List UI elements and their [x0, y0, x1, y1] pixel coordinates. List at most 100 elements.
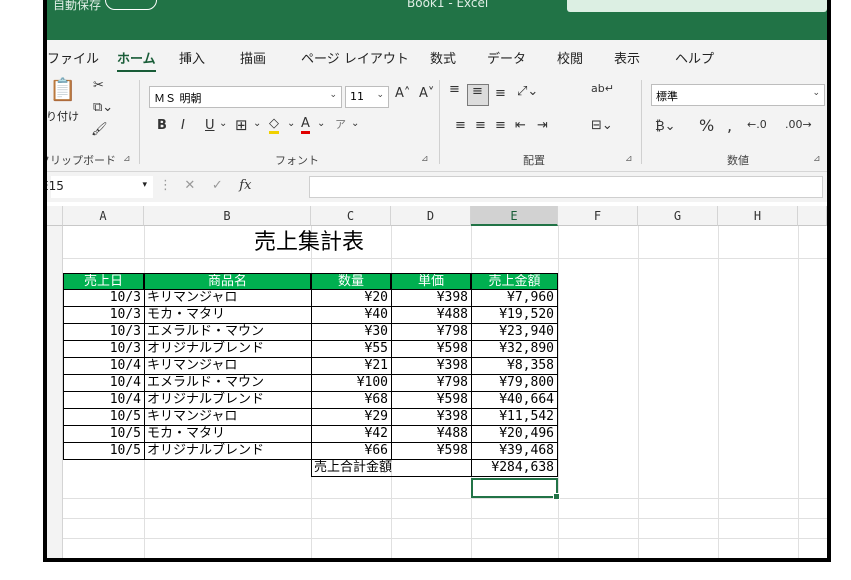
- cell-date[interactable]: 10/5: [63, 426, 144, 443]
- cell-amount[interactable]: ¥79,800: [471, 375, 558, 392]
- decrease-decimal-icon[interactable]: .00→: [785, 118, 812, 131]
- cell-quantity[interactable]: ¥55: [311, 341, 391, 358]
- paste-label[interactable]: 貼り付け: [47, 108, 79, 124]
- cell-unit-price[interactable]: ¥398: [391, 409, 471, 426]
- sheet-title[interactable]: 売上集計表: [63, 228, 555, 258]
- cell-amount[interactable]: ¥20,496: [471, 426, 558, 443]
- cell-date[interactable]: 10/5: [63, 443, 144, 460]
- chevron-down-icon[interactable]: ⌄: [351, 118, 359, 129]
- cell-date[interactable]: 10/4: [63, 358, 144, 375]
- formula-input[interactable]: [309, 176, 823, 198]
- font-name-select[interactable]: ＭＳ 明朝 ⌄: [149, 86, 342, 108]
- align-left-icon[interactable]: ≡: [455, 118, 466, 133]
- font-color-icon[interactable]: A: [301, 116, 310, 134]
- worksheet-grid[interactable]: A B C D E F G H 売上集計表 売上日 商品名 数量 単価 売上金額 10/3…: [47, 206, 827, 558]
- copy-icon[interactable]: ⧉⌄: [93, 100, 113, 115]
- phonetic-guide-icon[interactable]: ア: [335, 116, 346, 132]
- cell-quantity[interactable]: ¥68: [311, 392, 391, 409]
- cell-amount[interactable]: ¥19,520: [471, 307, 558, 324]
- tab-review[interactable]: 校閲: [557, 48, 583, 67]
- cell-product[interactable]: オリジナルブレンド: [144, 341, 311, 358]
- cell-amount[interactable]: ¥23,940: [471, 324, 558, 341]
- cell-unit-price[interactable]: ¥488: [391, 307, 471, 324]
- column-header-g[interactable]: G: [638, 206, 718, 226]
- tab-draw[interactable]: 描画: [240, 48, 266, 67]
- cell-product[interactable]: キリマンジャロ: [144, 409, 311, 426]
- header-unit-price[interactable]: 単価: [391, 273, 471, 290]
- decrease-font-size-icon[interactable]: A˅: [419, 86, 434, 101]
- search-box[interactable]: [567, 0, 827, 12]
- cell-amount[interactable]: ¥32,890: [471, 341, 558, 358]
- chevron-down-icon[interactable]: ⌄: [317, 118, 325, 129]
- column-header-d[interactable]: D: [391, 206, 471, 226]
- orientation-icon[interactable]: ⤢⌄: [517, 84, 538, 99]
- tab-home[interactable]: ホーム: [117, 48, 156, 73]
- cell-quantity[interactable]: ¥20: [311, 290, 391, 307]
- decrease-indent-icon[interactable]: ⇤: [515, 118, 526, 133]
- tab-data[interactable]: データ: [487, 48, 526, 67]
- tab-insert[interactable]: 挿入: [179, 48, 205, 67]
- column-header-f[interactable]: F: [558, 206, 638, 226]
- wrap-text-icon[interactable]: ab↵: [591, 82, 614, 95]
- merge-center-icon[interactable]: ⊟⌄: [591, 118, 613, 133]
- cell-date[interactable]: 10/3: [63, 341, 144, 358]
- cell-unit-price[interactable]: ¥398: [391, 358, 471, 375]
- enter-icon[interactable]: ✓: [212, 178, 223, 193]
- cell-date[interactable]: 10/4: [63, 392, 144, 409]
- column-header-c[interactable]: C: [311, 206, 391, 226]
- cell-product[interactable]: キリマンジャロ: [144, 358, 311, 375]
- cell-unit-price[interactable]: ¥598: [391, 392, 471, 409]
- cancel-icon[interactable]: ✕: [184, 178, 195, 193]
- align-center-icon[interactable]: ≡: [475, 118, 486, 133]
- cell-product[interactable]: エメラルド・マウン: [144, 324, 311, 341]
- increase-decimal-icon[interactable]: ←.0: [747, 118, 767, 131]
- insert-function-icon[interactable]: fx: [239, 178, 251, 193]
- chevron-down-icon[interactable]: ⌄: [253, 118, 261, 129]
- font-launcher-icon[interactable]: ⊿: [421, 154, 429, 164]
- underline-icon[interactable]: U: [205, 118, 215, 133]
- autosave-toggle[interactable]: [105, 0, 157, 10]
- align-top-icon[interactable]: ≡: [449, 82, 460, 97]
- borders-icon[interactable]: ⊞: [235, 116, 248, 134]
- cell-quantity[interactable]: ¥30: [311, 324, 391, 341]
- active-cell-cursor[interactable]: [471, 478, 560, 500]
- cell-quantity[interactable]: ¥29: [311, 409, 391, 426]
- format-painter-icon[interactable]: 🖌: [91, 122, 108, 137]
- cell-product[interactable]: オリジナルブレンド: [144, 392, 311, 409]
- font-size-select[interactable]: 11 ⌄: [345, 86, 389, 108]
- cell-amount[interactable]: ¥7,960: [471, 290, 558, 307]
- fill-color-icon[interactable]: ◇: [269, 116, 279, 134]
- column-header-e[interactable]: E: [471, 206, 558, 226]
- header-sales-date[interactable]: 売上日: [63, 273, 144, 290]
- cell-unit-price[interactable]: ¥598: [391, 443, 471, 460]
- column-header-a[interactable]: A: [63, 206, 144, 226]
- italic-icon[interactable]: I: [181, 118, 185, 133]
- number-format-select[interactable]: 標準 ⌄: [651, 84, 825, 106]
- row-headers[interactable]: [47, 226, 63, 558]
- paste-icon[interactable]: 📋: [49, 78, 76, 103]
- cut-icon[interactable]: ✂: [93, 78, 104, 93]
- cell-unit-price[interactable]: ¥488: [391, 426, 471, 443]
- cell-unit-price[interactable]: ¥798: [391, 375, 471, 392]
- cell-date[interactable]: 10/3: [63, 324, 144, 341]
- cell-unit-price[interactable]: ¥798: [391, 324, 471, 341]
- tab-help[interactable]: ヘルプ: [675, 48, 714, 67]
- increase-indent-icon[interactable]: ⇥: [537, 118, 548, 133]
- chevron-down-icon[interactable]: ⌄: [287, 118, 295, 129]
- cell-date[interactable]: 10/5: [63, 409, 144, 426]
- accounting-format-icon[interactable]: ₿⌄: [655, 118, 676, 134]
- cell-amount[interactable]: ¥39,468: [471, 443, 558, 460]
- cell-unit-price[interactable]: ¥398: [391, 290, 471, 307]
- total-label[interactable]: 売上合計金額: [311, 460, 471, 477]
- tab-formulas[interactable]: 数式: [430, 48, 456, 67]
- column-header-i[interactable]: [798, 206, 827, 226]
- cell-product[interactable]: エメラルド・マウン: [144, 375, 311, 392]
- cell-quantity[interactable]: ¥42: [311, 426, 391, 443]
- tab-file[interactable]: ファイル: [47, 48, 99, 67]
- select-all-corner[interactable]: [47, 206, 63, 226]
- total-value[interactable]: ¥284,638: [471, 460, 558, 477]
- number-launcher-icon[interactable]: ⊿: [813, 154, 821, 164]
- header-sales-amount[interactable]: 売上金額: [471, 273, 558, 290]
- increase-font-size-icon[interactable]: A˄: [395, 86, 410, 101]
- percent-style-icon[interactable]: %: [699, 116, 714, 135]
